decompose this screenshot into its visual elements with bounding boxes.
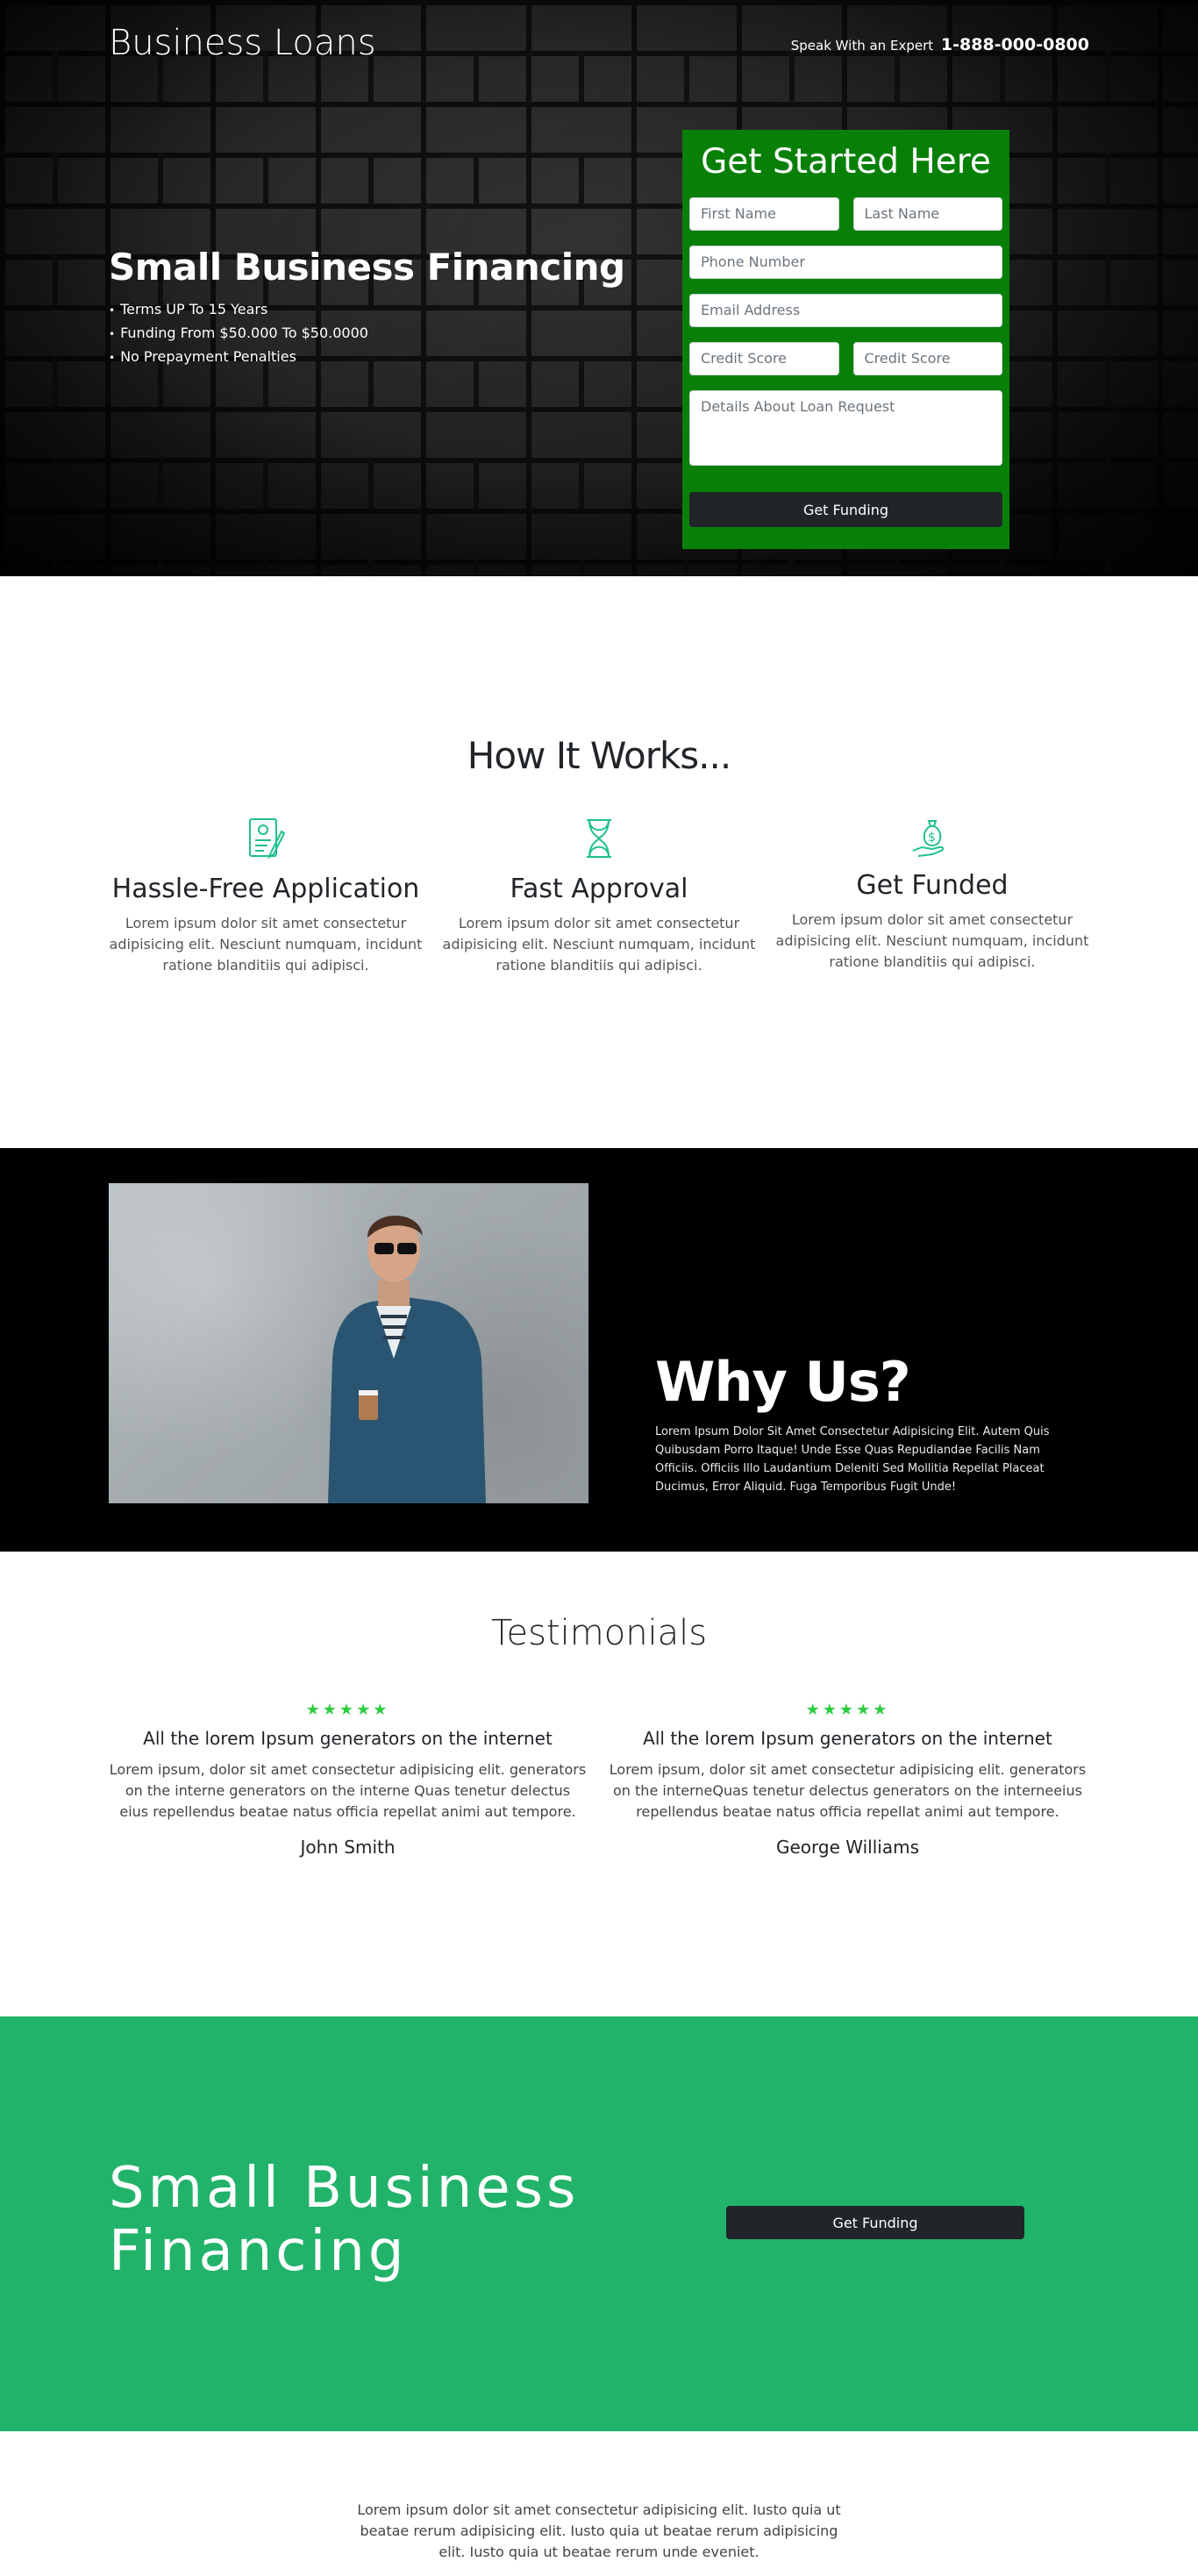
step-application: Hassle-Free Application Lorem ipsum dolo…: [109, 816, 423, 976]
footer-text: Lorem ipsum dolor sit amet consectetur a…: [357, 2501, 841, 2560]
application-form-icon: [243, 816, 289, 861]
get-funding-button[interactable]: Get Funding: [726, 2206, 1024, 2239]
step-title: Get Funded: [856, 870, 1009, 901]
testimonial-author: George Williams: [776, 1837, 919, 1858]
how-it-works-section: How It Works... Hassle-Free Application …: [0, 576, 1198, 1148]
testimonial-heading: All the lorem Ipsum generators on the in…: [143, 1728, 553, 1749]
hero-bullet: No Prepayment Penalties: [109, 348, 625, 365]
phone-field[interactable]: Phone Number: [689, 246, 1002, 279]
why-us-body: Lorem Ipsum Dolor Sit Amet Consectetur A…: [655, 1425, 1050, 1494]
brand-logo[interactable]: Business Loans: [109, 23, 376, 63]
testimonial-card: ★★★★★ All the lorem Ipsum generators on …: [109, 1701, 587, 1858]
businessman-photo: [109, 1183, 588, 1503]
why-us-section: Why Us? Lorem Ipsum Dolor Sit Amet Conse…: [0, 1148, 1198, 1552]
why-us-text: Why Us? Lorem Ipsum Dolor Sit Amet Conse…: [655, 1350, 1085, 1496]
phone-number-link[interactable]: 1-888-000-0800: [941, 35, 1089, 54]
lead-form: Get Started Here First Name Last Name Ph…: [682, 130, 1009, 549]
phone-contact: Speak With an Expert 1-888-000-0800: [791, 35, 1089, 54]
step-text: Lorem ipsum dolor sit amet consectetur a…: [775, 911, 1089, 970]
hero-text: Small Business Financing Terms UP To 15 …: [109, 246, 625, 372]
star-rating-icon: ★★★★★: [805, 1701, 890, 1719]
footer-section: Lorem ipsum dolor sit amet consectetur a…: [0, 2431, 1198, 2576]
testimonials-section: Testimonials ★★★★★ All the lorem Ipsum g…: [0, 1552, 1198, 2016]
testimonial-text: Lorem ipsum, dolor sit amet consectetur …: [109, 1761, 587, 1820]
svg-text:$: $: [928, 831, 936, 845]
hourglass-icon: [576, 816, 622, 861]
form-title: Get Started Here: [701, 142, 991, 182]
get-funding-button[interactable]: Get Funding: [689, 492, 1002, 527]
first-name-field[interactable]: First Name: [689, 197, 839, 231]
step-title: Hassle-Free Application: [111, 874, 420, 904]
testimonial-author: John Smith: [300, 1837, 396, 1858]
last-name-field[interactable]: Last Name: [852, 197, 1002, 231]
section-title: How It Works...: [467, 734, 731, 777]
loan-details-textarea[interactable]: Details About Loan Request: [689, 390, 1002, 466]
testimonial-text: Lorem ipsum, dolor sit amet consectetur …: [609, 1761, 1087, 1820]
hero-bullet: Funding From $50.000 To $50.0000: [109, 325, 625, 341]
step-title: Fast Approval: [510, 874, 688, 904]
section-title: Testimonials: [490, 1613, 708, 1653]
money-bag-hand-icon: $: [909, 816, 955, 861]
cta-section: Small Business Financing Get Funding: [0, 2016, 1198, 2431]
hero-section: Business Loans Speak With an Expert 1-88…: [0, 0, 1198, 576]
hero-bullets: Terms UP To 15 Years Funding From $50.00…: [109, 301, 625, 365]
why-us-title: Why Us?: [655, 1350, 911, 1414]
cta-title: Small Business Financing: [109, 2156, 580, 2284]
credit-score-field-2[interactable]: Credit Score: [852, 342, 1002, 375]
step-funded: $ Get Funded Lorem ipsum dolor sit amet …: [775, 816, 1089, 973]
step-text: Lorem ipsum dolor sit amet consectetur a…: [442, 915, 756, 974]
step-approval: Fast Approval Lorem ipsum dolor sit amet…: [442, 816, 756, 976]
email-field[interactable]: Email Address: [689, 294, 1002, 327]
step-text: Lorem ipsum dolor sit amet consectetur a…: [109, 915, 423, 974]
phone-prefix: Speak With an Expert: [790, 38, 934, 54]
hero-bullet: Terms UP To 15 Years: [109, 301, 625, 318]
star-rating-icon: ★★★★★: [305, 1701, 390, 1719]
hero-title: Small Business Financing: [109, 246, 625, 289]
testimonial-card: ★★★★★ All the lorem Ipsum generators on …: [609, 1701, 1087, 1858]
credit-score-field[interactable]: Credit Score: [689, 342, 839, 375]
testimonial-heading: All the lorem Ipsum generators on the in…: [643, 1728, 1052, 1749]
